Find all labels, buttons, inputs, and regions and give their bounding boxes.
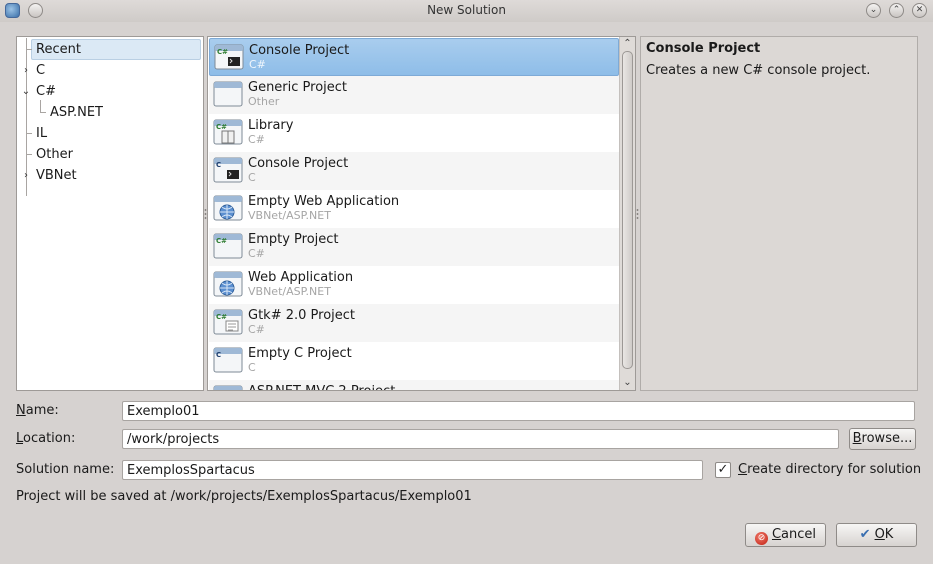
category-csharp[interactable]: ⌄ C# [17,81,197,102]
category-label: Recent [36,42,81,57]
cancel-icon: ⊘ [754,532,768,545]
template-language: C# [249,58,266,71]
solution-name-field[interactable] [122,460,703,480]
category-label: ASP.NET [50,105,103,120]
category-il[interactable]: IL [36,123,47,144]
app-icon[interactable] [5,3,20,18]
category-recent[interactable]: Recent [36,39,81,60]
create-directory-checkbox[interactable]: ✓ [715,462,731,478]
svg-text:C#: C# [216,389,227,391]
template-name: Empty C Project [248,346,352,361]
template-item[interactable]: C# Console Project C# [209,38,619,76]
category-other[interactable]: Other [36,144,73,165]
svg-text:C#: C# [217,48,228,56]
generic-project-icon [213,81,243,107]
category-tree[interactable]: Recent › C ⌄ C# ASP.NET IL Other › VBNet [16,36,204,391]
template-name: Web Application [248,270,354,285]
template-language: C [248,361,256,374]
maximize-icon[interactable]: ⌃ [889,3,904,18]
template-language: C# [248,133,265,146]
scrollbar-thumb[interactable] [622,51,633,369]
template-language: VBNet/ASP.NET [248,285,331,298]
cancel-button[interactable]: ⊘ Cancel [745,523,826,547]
template-name: Console Project [248,156,349,171]
chevron-right-icon[interactable]: › [21,165,31,186]
template-item[interactable]: C# Gtk# 2.0 Project C# [209,304,619,342]
template-name: Console Project [249,43,350,58]
svg-text:C#: C# [216,237,227,245]
svg-text:C#: C# [216,313,227,321]
location-field[interactable] [122,429,839,449]
close-icon[interactable]: ✕ [912,3,927,18]
empty-csharp-icon: C# [213,233,243,259]
template-item[interactable]: Web Application VBNet/ASP.NET [209,266,619,304]
template-item[interactable]: C# ASP.NET MVC 2 Project C# [209,380,619,391]
checkmark-icon: ✔ [859,527,871,542]
scroll-down-icon[interactable]: ⌄ [620,376,635,390]
svg-text:C: C [216,161,221,169]
category-aspnet[interactable]: ASP.NET [50,102,103,123]
description-text: Creates a new C# console project. [646,63,871,78]
template-item[interactable]: Empty Web Application VBNet/ASP.NET [209,190,619,228]
template-name: Generic Project [248,80,348,95]
template-name: Empty Web Application [248,194,400,209]
template-language: C [248,171,256,184]
category-label: VBNet [36,168,77,183]
category-label: C# [36,84,56,99]
category-label: C [36,63,46,78]
tree-line [26,154,32,155]
chevron-right-icon[interactable]: › [21,60,31,81]
template-item[interactable]: Generic Project Other [209,76,619,114]
template-item[interactable]: C# Library C# [209,114,619,152]
template-language: VBNet/ASP.NET [248,209,331,222]
empty-c-icon: C [213,347,243,373]
name-label: Name: [16,403,59,418]
window-title: New Solution [427,3,506,17]
svg-text:C: C [216,351,221,359]
template-name: Empty Project [248,232,339,247]
tree-line [26,49,32,50]
console-c-icon: C [213,157,243,183]
title-bar: New Solution ⌄ ⌃ ✕ [0,0,933,22]
mvc-csharp-icon: C# [213,385,243,391]
tree-line [40,112,46,113]
window-menu-icon[interactable] [28,3,43,18]
browse-button[interactable]: Browse... [849,428,916,450]
template-name: Library [248,118,294,133]
web-globe-icon [213,271,243,297]
template-item[interactable]: C Console Project C [209,152,619,190]
category-label: IL [36,126,48,141]
scroll-up-icon[interactable]: ⌃ [620,37,635,51]
description-panel: Console Project Creates a new C# console… [640,36,918,391]
template-item[interactable]: C# Empty Project C# [209,228,619,266]
template-language: Other [248,95,280,108]
template-name: Gtk# 2.0 Project [248,308,356,323]
description-title: Console Project [646,41,761,56]
template-list-scrollbar[interactable]: ⌃ ⌄ [619,37,635,390]
gtk-csharp-icon: C# [213,309,243,335]
template-language: C# [248,247,265,260]
category-c[interactable]: › C [17,60,197,81]
name-field[interactable] [122,401,915,421]
checkmark-icon: ✓ [717,462,729,477]
splitter-handle[interactable] [636,208,639,220]
category-label: Other [36,147,73,162]
save-path-text: Project will be saved at /work/projects/… [16,489,472,504]
solution-name-label: Solution name: [16,462,115,477]
create-directory-label[interactable]: Create directory for solution [738,462,921,478]
svg-text:C#: C# [216,123,227,131]
ok-button[interactable]: ✔ OK [836,523,917,547]
template-item[interactable]: C Empty C Project C [209,342,619,380]
tree-line [26,133,32,134]
template-list[interactable]: C# Console Project C# Generic Project Ot… [207,36,636,391]
template-name: ASP.NET MVC 2 Project [248,384,395,390]
console-csharp-icon: C# [214,44,244,70]
minimize-icon[interactable]: ⌄ [866,3,881,18]
template-language: C# [248,323,265,336]
web-globe-icon [213,195,243,221]
chevron-down-icon[interactable]: ⌄ [21,81,31,102]
location-label: Location: [16,431,76,446]
category-vbnet[interactable]: › VBNet [17,165,197,186]
library-csharp-icon: C# [213,119,243,145]
